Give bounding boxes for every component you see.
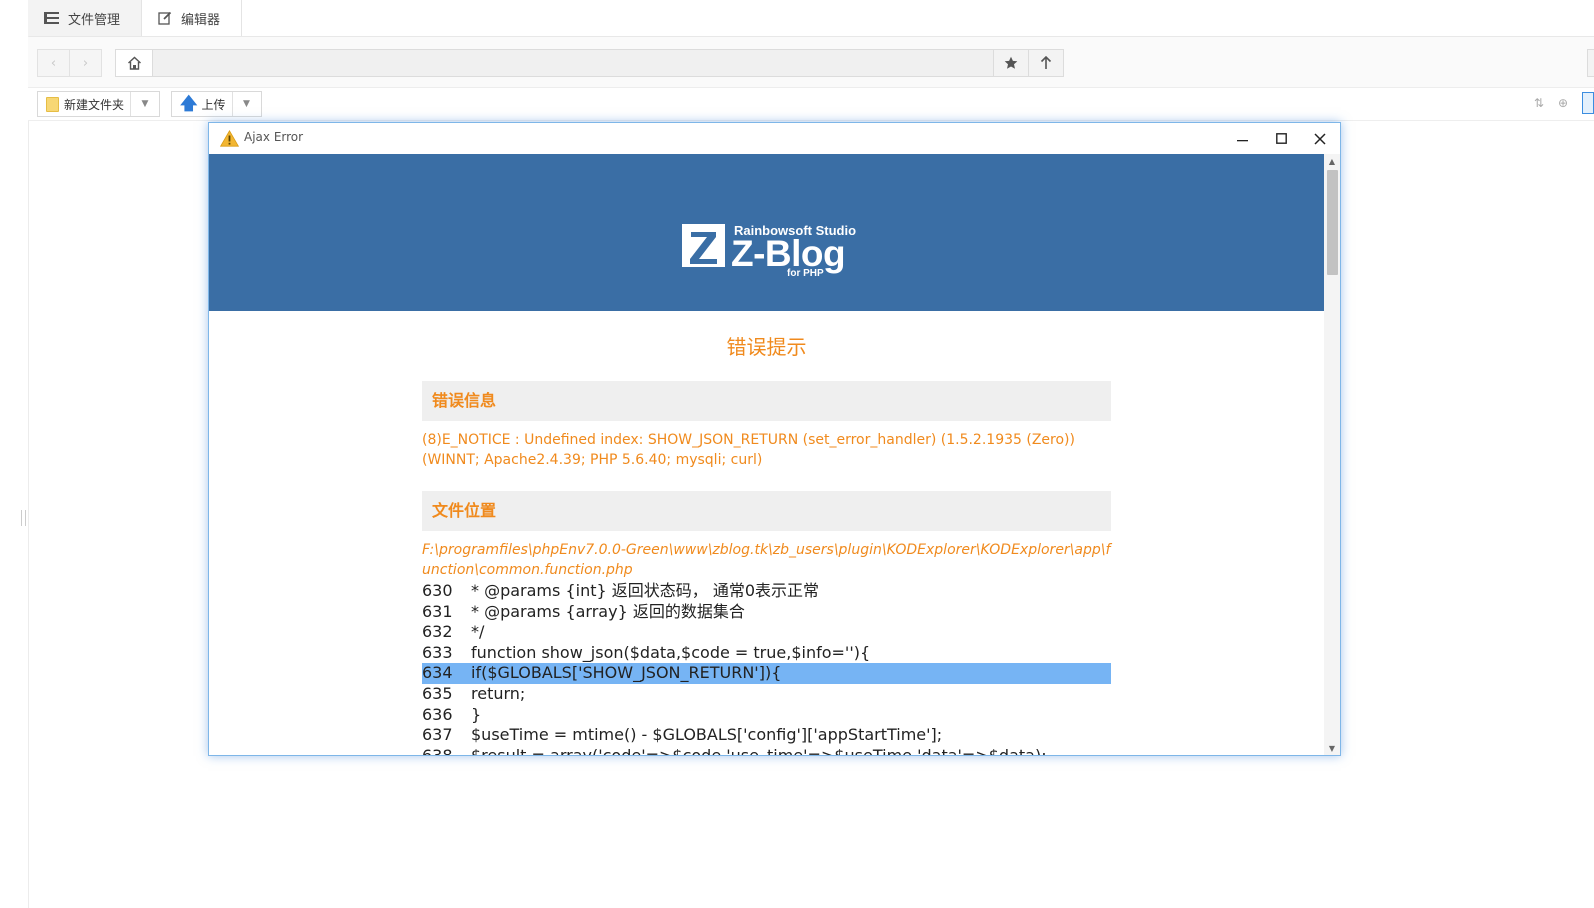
- left-rail: [0, 36, 29, 908]
- back-button[interactable]: ‹: [38, 50, 69, 76]
- line-number: 637: [422, 725, 453, 745]
- new-folder-label: 新建文件夹: [64, 97, 125, 112]
- line-code: return;: [471, 683, 526, 703]
- list-icon: [44, 12, 59, 24]
- minimize-button[interactable]: [1222, 123, 1262, 154]
- code-line-highlighted: 634 if($GLOBALS['SHOW_JSON_RETURN']){: [422, 663, 1111, 684]
- maximize-button[interactable]: [1261, 123, 1301, 154]
- error-message: (8)E_NOTICE : Undefined index: SHOW_JSON…: [422, 432, 1075, 468]
- close-icon: [1314, 132, 1326, 145]
- code-line: 637 $useTime = mtime() - $GLOBALS['config…: [422, 725, 1111, 746]
- line-code: function show_json($data,$code = true,$i…: [471, 642, 871, 662]
- tab-editor-label: 编辑器: [181, 12, 221, 28]
- zblog-banner: Rainbowsoft Studio Z-Blog for PHP: [209, 154, 1324, 311]
- z-logo-box: [682, 224, 725, 267]
- favorite-button[interactable]: [993, 50, 1028, 76]
- code-line: 630 * @params {int} 返回状态码， 通常0表示正常: [422, 581, 1111, 602]
- line-number: 630: [422, 581, 453, 600]
- new-folder-group: 新建文件夹 ▼: [37, 91, 161, 117]
- scroll-down-arrow[interactable]: ▼: [1324, 741, 1340, 755]
- section-error-heading: 错误信息: [422, 381, 1111, 421]
- dialog-title: Ajax Error: [244, 130, 304, 144]
- dialog-body: Rainbowsoft Studio Z-Blog for PHP 错误提示 错…: [209, 154, 1324, 755]
- ajax-error-dialog: Ajax Error Rainbowsoft Studio Z-Blog for…: [208, 122, 1341, 756]
- forward-button[interactable]: ›: [69, 50, 101, 76]
- code-line: 632 */: [422, 622, 1111, 643]
- line-number: 636: [422, 704, 453, 724]
- tab-file-manager-label: 文件管理: [68, 12, 121, 28]
- scroll-up-arrow[interactable]: ▲: [1324, 154, 1340, 168]
- sort-icon[interactable]: ⇅: [1534, 96, 1544, 110]
- line-number: 633: [422, 642, 453, 662]
- section-file-heading: 文件位置: [422, 491, 1111, 531]
- tab-file-manager[interactable]: 文件管理: [28, 0, 142, 36]
- caret-down-icon: ▼: [141, 99, 149, 109]
- code-listing: 630 * @params {int} 返回状态码， 通常0表示正常 631 * @…: [422, 581, 1111, 755]
- line-code: if($GLOBALS['SHOW_JSON_RETURN']){: [471, 663, 782, 683]
- address-right-edge: [1587, 49, 1594, 77]
- code-line: 635 return;: [422, 684, 1111, 705]
- brand-sub: for PHP: [787, 268, 824, 279]
- close-button[interactable]: [1300, 123, 1340, 154]
- tab-editor[interactable]: 编辑器: [142, 0, 242, 36]
- upload-icon: 🡅: [180, 93, 198, 114]
- maximize-icon: [1275, 133, 1287, 144]
- dialog-scrollbar[interactable]: ▲ ▼: [1324, 154, 1340, 755]
- home-button[interactable]: [116, 50, 153, 76]
- line-number: 634: [422, 663, 453, 683]
- upload-button[interactable]: 🡅 上传: [172, 92, 232, 116]
- address-bar-row: ‹ ›: [28, 37, 1594, 88]
- parent-folder-button[interactable]: [1028, 50, 1063, 76]
- line-code: }: [471, 704, 482, 724]
- line-code: * @params {int} 返回状态码， 通常0表示正常: [471, 581, 820, 600]
- minimize-icon: [1236, 140, 1248, 142]
- error-content: 错误提示 错误信息 (8)E_NOTICE : Undefined index:…: [422, 311, 1111, 755]
- code-line: 636}: [422, 705, 1111, 726]
- home-icon: [127, 56, 141, 70]
- page-title: 错误提示: [726, 335, 807, 359]
- file-toolbar: 新建文件夹 ▼ 🡅 上传 ▼ ⇅ ⊕: [28, 88, 1594, 121]
- code-line: 633 function show_json($data,$code = true…: [422, 643, 1111, 664]
- history-nav: ‹ ›: [37, 49, 102, 77]
- view-tools: ⇅ ⊕: [1520, 92, 1594, 114]
- line-code: $useTime = mtime() - $GLOBALS['config'][…: [471, 725, 943, 745]
- view-mode-button[interactable]: [1582, 92, 1594, 114]
- tab-bar: 文件管理 编辑器: [0, 0, 1594, 37]
- file-path: F:\programfiles\phpEnv7.0.0-Green\www\zb…: [422, 542, 1111, 578]
- scroll-thumb[interactable]: [1327, 170, 1338, 275]
- line-number: 631: [422, 601, 453, 621]
- line-number: 638: [422, 746, 471, 755]
- line-number: 632: [422, 622, 453, 642]
- upload-label: 上传: [201, 97, 226, 112]
- arrow-up-icon: [1040, 56, 1052, 69]
- line-number: 635: [422, 683, 453, 703]
- upload-group: 🡅 上传 ▼: [171, 91, 262, 117]
- line-code: */: [471, 622, 485, 642]
- code-line: 638$result = array('code'=>$code,'use_ti…: [422, 746, 1111, 755]
- code-line: 631 * @params {array} 返回的数据集合: [422, 602, 1111, 623]
- zoom-icon[interactable]: ⊕: [1558, 96, 1568, 110]
- line-code: $result = array('code'=>$code,'use_time'…: [471, 746, 1047, 755]
- address-box: [115, 49, 1064, 77]
- folder-icon: [46, 96, 59, 112]
- star-icon: [1004, 56, 1018, 69]
- edit-icon: [158, 11, 172, 25]
- line-code: * @params {array} 返回的数据集合: [471, 601, 745, 621]
- warning-icon: [220, 130, 239, 147]
- caret-down-icon: ▼: [243, 99, 250, 109]
- new-folder-button[interactable]: 新建文件夹: [38, 92, 130, 116]
- dialog-titlebar[interactable]: Ajax Error: [209, 123, 1340, 154]
- upload-dropdown[interactable]: ▼: [231, 92, 261, 116]
- new-folder-dropdown[interactable]: ▼: [130, 92, 159, 116]
- resize-handle[interactable]: [21, 510, 26, 526]
